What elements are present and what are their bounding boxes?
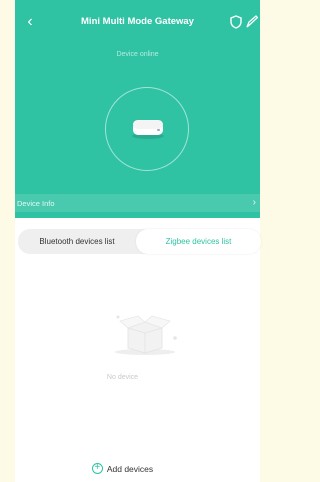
device-info-row[interactable]: Device Info ›: [15, 194, 260, 212]
empty-box-icon: [115, 315, 177, 355]
edit-icon: [246, 15, 259, 28]
plus-circle-icon: +: [91, 463, 103, 474]
tab-bluetooth-devices[interactable]: Bluetooth devices list: [18, 229, 136, 254]
add-devices-button[interactable]: + Add devices: [0, 463, 245, 474]
device-hero: ‹ Mini Multi Mode Gateway Device online: [15, 0, 260, 218]
back-button[interactable]: ‹: [21, 12, 39, 32]
page-title: Mini Multi Mode Gateway: [81, 16, 194, 27]
chevron-right-icon: ›: [252, 197, 256, 208]
device-status: Device online: [116, 51, 159, 58]
back-arrow-icon: ‹: [27, 13, 33, 30]
edit-button[interactable]: [246, 15, 259, 29]
shield-button[interactable]: [230, 15, 242, 29]
tab-zigbee-devices[interactable]: Zigbee devices list: [136, 229, 261, 254]
device-list-tabs: Bluetooth devices list Zigbee devices li…: [18, 229, 261, 254]
top-bar: ‹ Mini Multi Mode Gateway: [15, 12, 260, 32]
shield-icon: [230, 15, 242, 29]
device-info-label: Device Info: [17, 198, 55, 208]
device-ring: [105, 87, 189, 171]
add-devices-label: Add devices: [106, 463, 154, 474]
empty-state-text: No device: [106, 374, 139, 381]
gateway-device-icon: [132, 120, 164, 139]
